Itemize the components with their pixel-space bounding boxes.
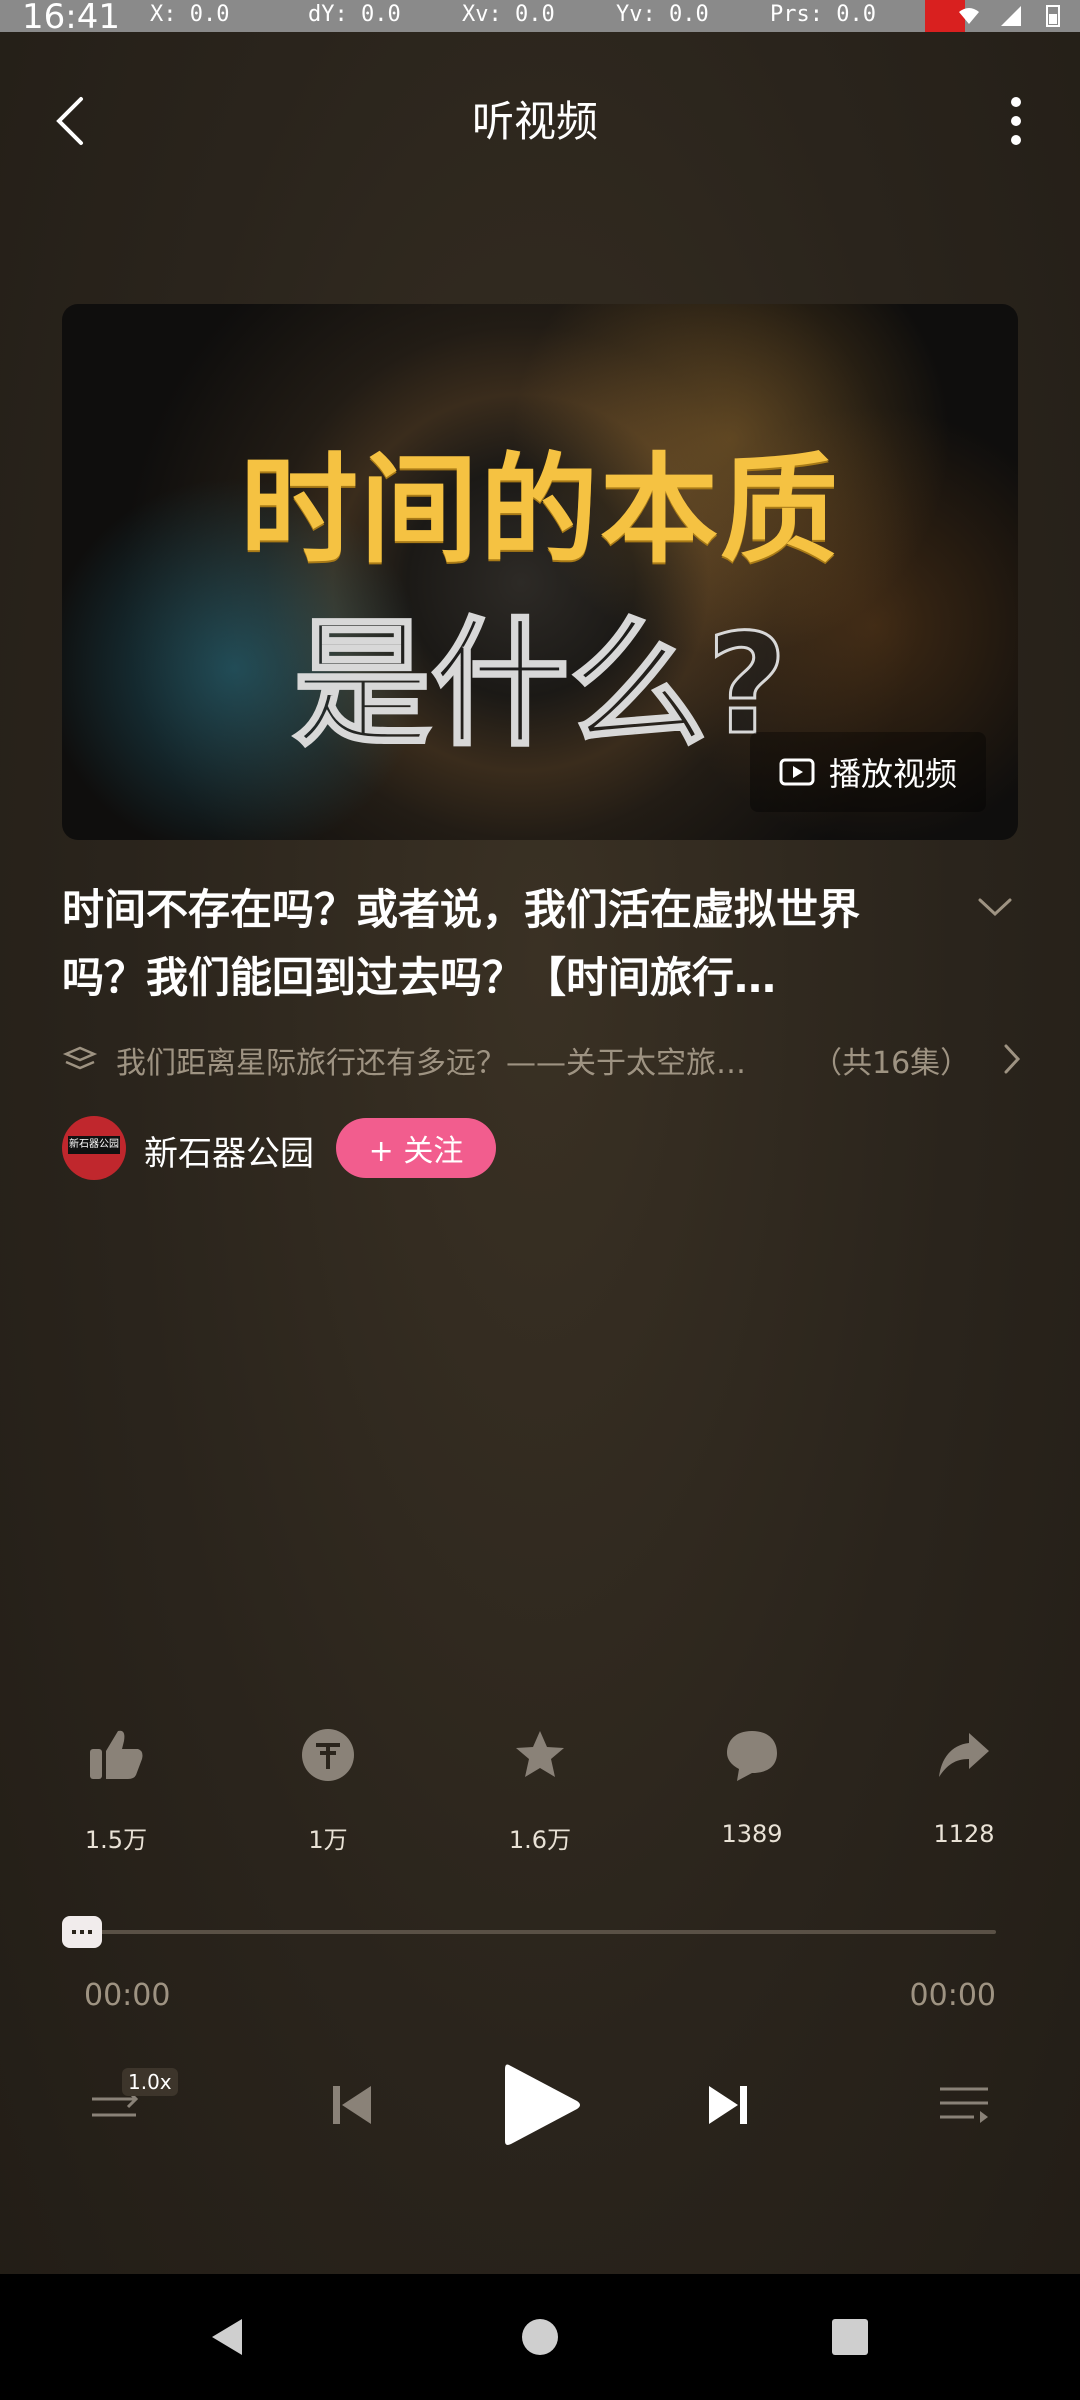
skip-next-icon [709, 2086, 747, 2124]
progress-thumb[interactable] [62, 1916, 102, 1948]
comment-action[interactable]: 1389 [688, 1692, 816, 1848]
share-count: 1128 [933, 1820, 995, 1848]
nav-back-button[interactable] [124, 2274, 332, 2400]
thumbs-up-icon [90, 1730, 143, 1779]
like-count: 1.5万 [84, 1826, 148, 1854]
nav-recents-button[interactable] [746, 2274, 954, 2400]
status-icons [956, 4, 1066, 28]
coin-count: 1万 [308, 1826, 348, 1854]
progress-bar[interactable] [0, 1912, 1080, 1952]
play-icon [505, 2064, 580, 2145]
chevron-down-icon[interactable] [970, 886, 1020, 926]
coin-icon [302, 1729, 354, 1781]
play-button[interactable] [476, 2042, 604, 2168]
play-video-label: 播放视频 [828, 755, 957, 793]
chevron-right-icon [1004, 1044, 1021, 1074]
more-button[interactable] [952, 62, 1080, 180]
recents-square-icon [832, 2319, 868, 2355]
share-action[interactable]: 1128 [900, 1692, 1028, 1848]
seek-handle-icon [72, 1930, 92, 1934]
video-title[interactable]: 时间不存在吗？或者说，我们活在虚拟世界吗？我们能回到过去吗？【时间旅行… [62, 876, 932, 1012]
collection-row[interactable]: 我们距离星际旅行还有多远？——关于太空旅… （共16集） [62, 1038, 1022, 1081]
chevron-left-icon [56, 97, 83, 145]
signal-icon [1001, 6, 1021, 26]
system-nav-bar [0, 2274, 1080, 2400]
previous-button[interactable] [288, 2042, 416, 2168]
avatar[interactable]: 新石器公园 [62, 1116, 126, 1180]
debug-yv: Yv: 0.0 [616, 2, 709, 27]
share-icon [939, 1733, 989, 1777]
follow-button[interactable]: + 关注 [336, 1118, 496, 1178]
next-button[interactable] [664, 2042, 792, 2168]
home-circle-icon [522, 2319, 558, 2355]
comment-icon [727, 1731, 777, 1781]
collection-title: 我们距离星际旅行还有多远？——关于太空旅… [116, 1046, 746, 1081]
author-name[interactable]: 新石器公园 [144, 1126, 314, 1175]
action-bar: 1.5万 1万 1.6万 1389 1128 [0, 1692, 1080, 1855]
collection-count: （共16集） [812, 1046, 971, 1081]
top-bar: 听视频 [0, 62, 1080, 180]
thumbnail-headline: 时间的本质 [239, 441, 840, 579]
debug-dy: dY: 0.0 [308, 2, 401, 27]
wifi-icon [959, 8, 979, 24]
star-icon [516, 1731, 564, 1777]
debug-xv: Xv: 0.0 [462, 2, 555, 27]
total-time: 00:00 [909, 1978, 996, 2013]
progress-track[interactable] [84, 1930, 996, 1934]
favorite-count: 1.6万 [508, 1826, 572, 1854]
triangle-back-icon [212, 2319, 242, 2355]
like-action[interactable]: 1.5万 [52, 1692, 180, 1855]
play-video-button[interactable]: 播放视频 [750, 732, 986, 812]
status-time: 16:41 [22, 0, 120, 37]
speed-badge[interactable]: 1.0x [122, 2068, 178, 2096]
stack-icon [62, 1046, 98, 1070]
status-bar: 16:41 X: 0.0 dY: 0.0 Xv: 0.0 Yv: 0.0 Prs… [0, 0, 1080, 37]
skip-previous-icon [333, 2086, 371, 2124]
favorite-action[interactable]: 1.6万 [476, 1692, 604, 1855]
page-title: 听视频 [472, 97, 599, 146]
debug-prs: Prs: 0.0 [770, 2, 876, 27]
playlist-button[interactable] [900, 2042, 1028, 2168]
nav-home-button[interactable] [436, 2274, 644, 2400]
comment-count: 1389 [721, 1820, 783, 1848]
tv-play-icon [779, 758, 815, 786]
coin-action[interactable]: 1万 [264, 1692, 392, 1855]
back-button[interactable] [0, 62, 142, 180]
more-vertical-icon [1011, 97, 1021, 145]
battery-icon [1046, 5, 1060, 27]
author-row: 新石器公园 新石器公园 + 关注 [62, 1116, 1018, 1182]
current-time: 00:00 [84, 1978, 171, 2013]
player-controls [0, 2042, 1080, 2168]
debug-x: X: 0.0 [150, 2, 230, 27]
avatar-label: 新石器公园 [68, 1136, 120, 1154]
play-order-button[interactable] [52, 2042, 180, 2168]
playlist-icon [940, 2087, 988, 2123]
